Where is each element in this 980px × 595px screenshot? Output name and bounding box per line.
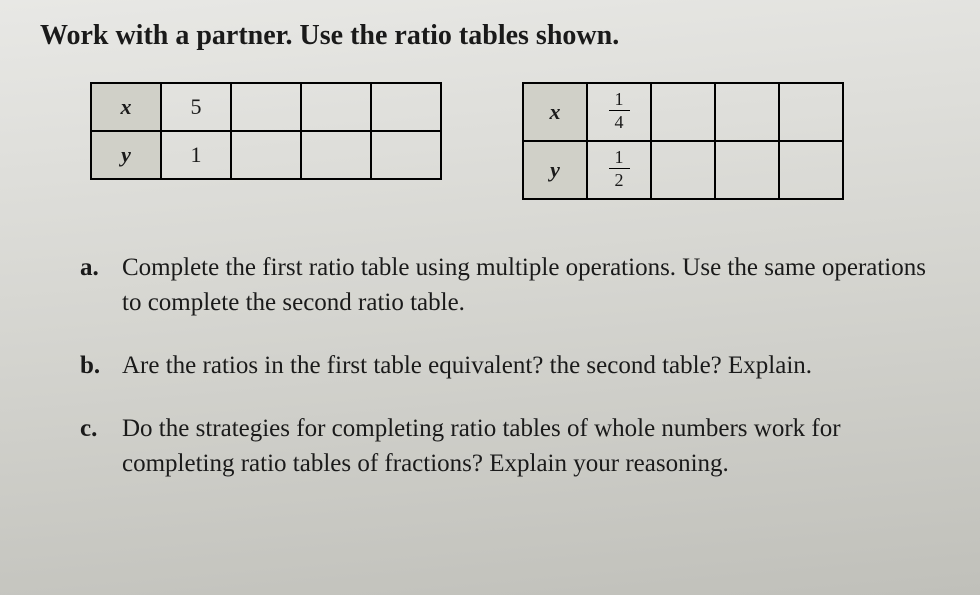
- row-label-y: y: [91, 131, 161, 179]
- cell: 1 4: [587, 83, 651, 141]
- cell: 5: [161, 83, 231, 131]
- cell: [371, 83, 441, 131]
- fraction: 1 4: [609, 90, 630, 131]
- ratio-tables-container: x 5 y 1 x 1 4 y: [90, 82, 950, 200]
- ratio-table-1: x 5 y 1: [90, 82, 442, 180]
- question-text: Are the ratios in the first table equiva…: [122, 348, 940, 383]
- cell: [779, 83, 843, 141]
- question-label: b.: [80, 348, 122, 383]
- ratio-table-2: x 1 4 y 1 2: [522, 82, 844, 200]
- cell: 1 2: [587, 141, 651, 199]
- row-label-x: x: [523, 83, 587, 141]
- question-a: a. Complete the first ratio table using …: [80, 250, 940, 320]
- fraction-denominator: 4: [609, 111, 630, 131]
- cell: [301, 83, 371, 131]
- cell: [651, 141, 715, 199]
- cell: [301, 131, 371, 179]
- question-c: c. Do the strategies for completing rati…: [80, 411, 940, 481]
- table-row: y 1 2: [523, 141, 843, 199]
- table-row: x 1 4: [523, 83, 843, 141]
- row-label-x: x: [91, 83, 161, 131]
- cell: [231, 83, 301, 131]
- fraction-numerator: 1: [609, 148, 630, 169]
- cell: [371, 131, 441, 179]
- question-text: Do the strategies for completing ratio t…: [122, 411, 940, 481]
- row-label-y: y: [523, 141, 587, 199]
- question-label: a.: [80, 250, 122, 320]
- cell: [779, 141, 843, 199]
- table-row: x 5: [91, 83, 441, 131]
- question-text: Complete the first ratio table using mul…: [122, 250, 940, 320]
- cell: [715, 83, 779, 141]
- instruction-heading: Work with a partner. Use the ratio table…: [40, 20, 950, 52]
- cell: [715, 141, 779, 199]
- questions-list: a. Complete the first ratio table using …: [80, 250, 940, 481]
- question-b: b. Are the ratios in the first table equ…: [80, 348, 940, 383]
- fraction: 1 2: [609, 148, 630, 189]
- cell: 1: [161, 131, 231, 179]
- question-label: c.: [80, 411, 122, 481]
- fraction-numerator: 1: [609, 90, 630, 111]
- fraction-denominator: 2: [609, 169, 630, 189]
- cell: [231, 131, 301, 179]
- cell: [651, 83, 715, 141]
- table-row: y 1: [91, 131, 441, 179]
